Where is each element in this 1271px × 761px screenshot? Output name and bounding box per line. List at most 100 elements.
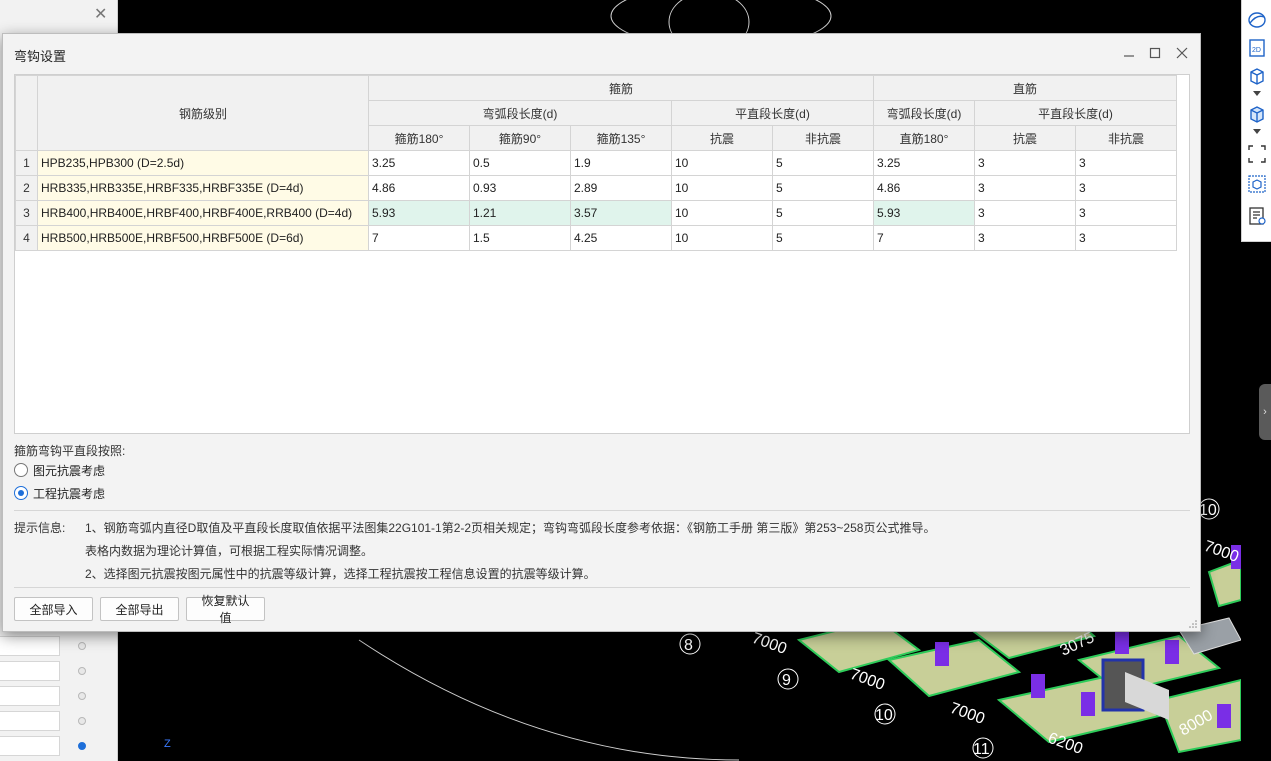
close-button[interactable] xyxy=(1171,42,1193,64)
dropdown-arrow-icon[interactable] xyxy=(1247,88,1267,100)
maximize-button[interactable] xyxy=(1144,42,1166,64)
value-cell[interactable]: 10 xyxy=(671,225,773,251)
row-number: 2 xyxy=(15,175,38,201)
value-cell[interactable]: 7 xyxy=(873,225,975,251)
divider xyxy=(14,587,1190,588)
property-toggle[interactable] xyxy=(78,692,86,700)
property-row xyxy=(0,636,118,656)
dropdown-arrow-icon[interactable] xyxy=(1247,126,1267,138)
grid-axis-label: 8 xyxy=(684,637,693,654)
radio-label: 图元抗震考虑 xyxy=(33,463,106,478)
property-field[interactable] xyxy=(0,711,60,731)
value-cell[interactable]: 3 xyxy=(1075,225,1177,251)
row-number: 3 xyxy=(15,200,38,226)
minimize-button[interactable] xyxy=(1118,42,1140,64)
property-toggle[interactable] xyxy=(78,642,86,650)
value-cell[interactable]: 3 xyxy=(974,150,1076,176)
restore-default-button[interactable]: 恢复默认值 xyxy=(186,594,265,625)
value-cell[interactable]: 3.57 xyxy=(570,200,672,226)
value-cell[interactable]: 3 xyxy=(974,200,1076,226)
col-header: 抗震 xyxy=(671,125,773,151)
col-header: 非抗震 xyxy=(1075,125,1177,151)
value-cell[interactable]: 10 xyxy=(671,200,773,226)
value-cell[interactable]: 2.89 xyxy=(570,175,672,201)
table-row[interactable]: 2 HRB335,HRB335E,HRBF335,HRBF335E (D=4d)… xyxy=(15,175,1177,201)
value-cell[interactable]: 4.86 xyxy=(368,175,470,201)
3d-box-view-icon[interactable] xyxy=(1247,66,1267,86)
value-cell[interactable]: 0.93 xyxy=(469,175,571,201)
table-row[interactable]: 3 HRB400,HRB400E,HRBF400,HRBF400E,RRB400… xyxy=(15,200,1177,226)
row-number: 1 xyxy=(15,150,38,176)
value-cell[interactable]: 1.9 xyxy=(570,150,672,176)
maximize-icon xyxy=(1149,47,1161,59)
tip-title: 提示信息: xyxy=(14,521,66,535)
hook-table: 钢筋级别 箍筋 直筋 弯弧段长度(d) 平直段长度(d) 弯弧段长度(d) 平直… xyxy=(15,75,1177,251)
property-list-icon[interactable] xyxy=(1247,206,1267,226)
value-cell[interactable]: 10 xyxy=(671,175,773,201)
3d-solid-view-icon[interactable] xyxy=(1247,104,1267,124)
value-cell[interactable]: 3 xyxy=(1075,150,1177,176)
property-field[interactable] xyxy=(0,661,60,681)
panel-expand-handle[interactable]: › xyxy=(1259,384,1271,440)
dialog-titlebar[interactable]: 弯钩设置 xyxy=(3,34,1200,72)
dimension-label: 7000 xyxy=(948,700,987,728)
axis-z-label: Z xyxy=(164,738,171,750)
property-row xyxy=(0,711,118,731)
value-cell[interactable]: 5 xyxy=(772,150,874,176)
value-cell[interactable]: 5 xyxy=(772,175,874,201)
header-group-straight: 直筋 xyxy=(873,75,1177,101)
property-row xyxy=(0,686,118,706)
value-cell[interactable]: 1.21 xyxy=(469,200,571,226)
radio-checked-icon[interactable] xyxy=(14,486,28,500)
property-field[interactable] xyxy=(0,686,60,706)
resize-grip-icon[interactable] xyxy=(1189,620,1197,628)
table-row[interactable]: 4 HRB500,HRB500E,HRBF500,HRBF500E (D=6d)… xyxy=(15,225,1177,251)
radio-project-seismic[interactable]: 工程抗震考虑 xyxy=(14,484,105,502)
value-cell[interactable]: 3 xyxy=(1075,175,1177,201)
header-straight-arc-length: 弯弧段长度(d) xyxy=(873,100,975,126)
grade-cell: HRB500,HRB500E,HRBF500,HRBF500E (D=6d) xyxy=(37,225,369,251)
dimension-label: 7000 xyxy=(848,666,887,694)
value-cell[interactable]: 4.25 xyxy=(570,225,672,251)
grid-axis-label: 9 xyxy=(782,672,791,689)
property-toggle[interactable] xyxy=(78,667,86,675)
value-cell[interactable]: 4.86 xyxy=(873,175,975,201)
property-toggle[interactable] xyxy=(78,717,86,725)
value-cell[interactable]: 5.93 xyxy=(368,200,470,226)
value-cell[interactable]: 3 xyxy=(974,175,1076,201)
import-all-button[interactable]: 全部导入 xyxy=(14,597,93,621)
export-all-button[interactable]: 全部导出 xyxy=(100,597,179,621)
radio-unchecked-icon[interactable] xyxy=(14,463,28,477)
orbit-view-icon[interactable] xyxy=(1247,10,1267,30)
value-cell[interactable]: 3.25 xyxy=(368,150,470,176)
col-header: 抗震 xyxy=(974,125,1076,151)
property-field[interactable] xyxy=(0,636,60,656)
value-cell[interactable]: 3.25 xyxy=(873,150,975,176)
hook-settings-dialog: 弯钩设置 钢筋级别 箍筋 直筋 弯弧段长度(d) 平直段长度(d) 弯弧段长度(… xyxy=(2,33,1201,632)
value-cell[interactable]: 5.93 xyxy=(873,200,975,226)
col-header: 直筋180° xyxy=(873,125,975,151)
radio-element-seismic[interactable]: 图元抗震考虑 xyxy=(14,461,105,479)
value-cell[interactable]: 3 xyxy=(1075,200,1177,226)
header-straight-flat-length: 平直段长度(d) xyxy=(974,100,1177,126)
fit-view-icon[interactable] xyxy=(1247,144,1267,164)
2d-view-icon[interactable]: 2D xyxy=(1247,38,1267,58)
divider xyxy=(14,510,1190,511)
cube-select-icon[interactable] xyxy=(1247,174,1267,194)
close-icon xyxy=(1176,47,1188,59)
value-cell[interactable]: 10 xyxy=(671,150,773,176)
tip-line: 2、选择图元抗震按图元属性中的抗震等级计算，选择工程抗震按工程信息设置的抗震等级… xyxy=(85,567,596,581)
value-cell[interactable]: 1.5 xyxy=(469,225,571,251)
table-row[interactable]: 1 HPB235,HPB300 (D=2.5d) 3.25 0.5 1.9 10… xyxy=(15,150,1177,176)
value-cell[interactable]: 3 xyxy=(974,225,1076,251)
value-cell[interactable]: 7 xyxy=(368,225,470,251)
value-cell[interactable]: 5 xyxy=(772,225,874,251)
panel-close-icon[interactable]: ✕ xyxy=(94,4,107,24)
property-toggle[interactable] xyxy=(78,742,86,750)
svg-text:2D: 2D xyxy=(1252,47,1261,54)
value-cell[interactable]: 5 xyxy=(772,200,874,226)
value-cell[interactable]: 0.5 xyxy=(469,150,571,176)
view-orbit-arc xyxy=(358,639,740,761)
grade-cell: HRB400,HRB400E,HRBF400,HRBF400E,RRB400 (… xyxy=(37,200,369,226)
property-field[interactable] xyxy=(0,736,60,756)
